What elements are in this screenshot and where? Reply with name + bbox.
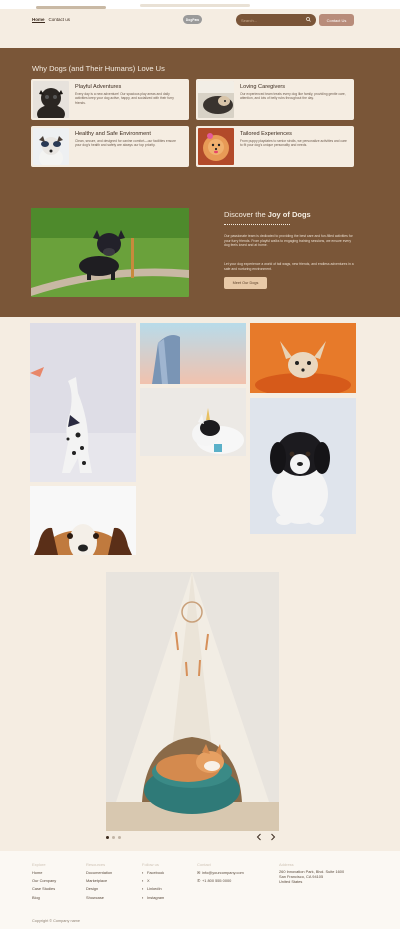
carousel-dot[interactable] [112,836,115,839]
section-title: Why Dogs (and Their Humans) Love Us [32,64,165,73]
french-bulldog-image [31,208,189,297]
title-divider [224,224,290,225]
teepee-dog-carousel-image [106,572,279,831]
discover-paragraph: Let your dog experience a world of tail … [224,262,354,271]
footer-column-explore: Explore Home Our Company Case Studies Bl… [32,862,56,902]
feature-card: Healthy and Safe Environment Clean, secu… [31,126,189,167]
footer-link[interactable]: Showcase [86,894,112,902]
card-text: Clean, secure, and designed for canine c… [75,139,176,148]
footer-heading: Explore [32,862,46,867]
card-title: Playful Adventures [75,84,122,90]
footer-link[interactable]: Our Company [32,877,56,885]
goggles-dog-thumbnail [33,128,69,165]
feature-card: Tailored Experiences From puppy playdate… [196,126,354,167]
footer-link[interactable]: Marketplace [86,877,112,885]
email-link[interactable]: ✉ info@yourcompany.com [197,869,244,877]
top-strip [0,0,400,9]
footer-heading: Follow us [142,862,159,867]
chevron-left-icon[interactable] [256,833,262,843]
footer-column-resources: Resources Documentation Marketplace Desi… [86,862,112,902]
building-image [140,323,246,384]
footer-heading: Address [279,862,294,867]
pomeranian-thumbnail [198,128,234,165]
footer-link[interactable]: Blog [32,894,56,902]
logo[interactable]: DogPaw [183,15,202,24]
card-title: Healthy and Safe Environment [75,131,151,137]
contact-us-button[interactable]: Contact Us [319,14,354,26]
search-icon[interactable] [306,16,311,24]
footer-heading: Resources [86,862,106,867]
card-text: From puppy playdates to senior strolls, … [240,139,347,148]
copyright-text: Copyright © Company name [32,919,80,923]
x-link[interactable]: ▪ X [142,877,164,885]
scroll-hint [140,4,250,7]
site-footer: Explore Home Our Company Case Studies Bl… [0,851,400,929]
card-title: Tailored Experiences [240,131,292,137]
phone-link[interactable]: ✆ +1 800 555 0000 [197,877,244,885]
footer-column-address: Address 260 Innovation Park, Blvd. Suite… [279,862,344,884]
footer-link[interactable]: Documentation [86,869,112,877]
sleeping-dog-thumbnail [198,81,234,118]
dalmatian-image [30,323,136,482]
main-nav: Home Contact us [32,17,70,23]
meet-our-dogs-button[interactable]: Meet Our Dogs [224,277,267,289]
card-text: Our experienced team treats every dog li… [240,92,346,101]
carousel-indicators [106,836,121,839]
nav-home[interactable]: Home [32,17,45,23]
site-header: Home Contact us DogPaw Contact Us [0,9,400,48]
feature-card: Playful Adventures Every day is a new ad… [31,79,189,120]
puppy-image [250,398,356,534]
card-title: Loving Caregivers [240,84,286,90]
nav-contact-us[interactable]: Contact us [49,17,71,23]
peeking-dog-image [30,486,136,555]
footer-column-social: Follow us ▪ Facebook ▪ X ▪ LinkedIn ▪ Instag… [142,862,164,902]
search-input[interactable] [241,17,306,23]
footer-link[interactable]: Home [32,869,56,877]
chihuahua-image [250,323,356,393]
carousel-dot[interactable] [106,836,109,839]
instagram-link[interactable]: ▪ Instagram [142,894,164,902]
discover-paragraph: Our passionate team is dedicated to prov… [224,234,353,248]
footer-link[interactable]: Design [86,885,112,893]
facebook-link[interactable]: ▪ Facebook [142,869,164,877]
card-text: Every day is a new adventure! Our spacio… [75,92,174,105]
address-line: United States [279,879,303,884]
why-section: Why Dogs (and Their Humans) Love Us Play… [0,48,400,317]
search-bar[interactable] [236,14,316,26]
feature-card: Loving Caregivers Our experienced team t… [196,79,354,120]
chevron-right-icon[interactable] [270,833,276,843]
carousel-dot[interactable] [118,836,121,839]
discover-title: Discover the Joy of Dogs [224,210,311,219]
footer-heading: Contact [197,862,211,867]
pug-thumbnail [33,81,69,118]
footer-column-contact: Contact ✉ info@yourcompany.com ✆ +1 800 55… [197,862,244,885]
linkedin-link[interactable]: ▪ LinkedIn [142,885,164,893]
costume-dog-image [140,388,246,456]
footer-link[interactable]: Case Studies [32,885,56,893]
